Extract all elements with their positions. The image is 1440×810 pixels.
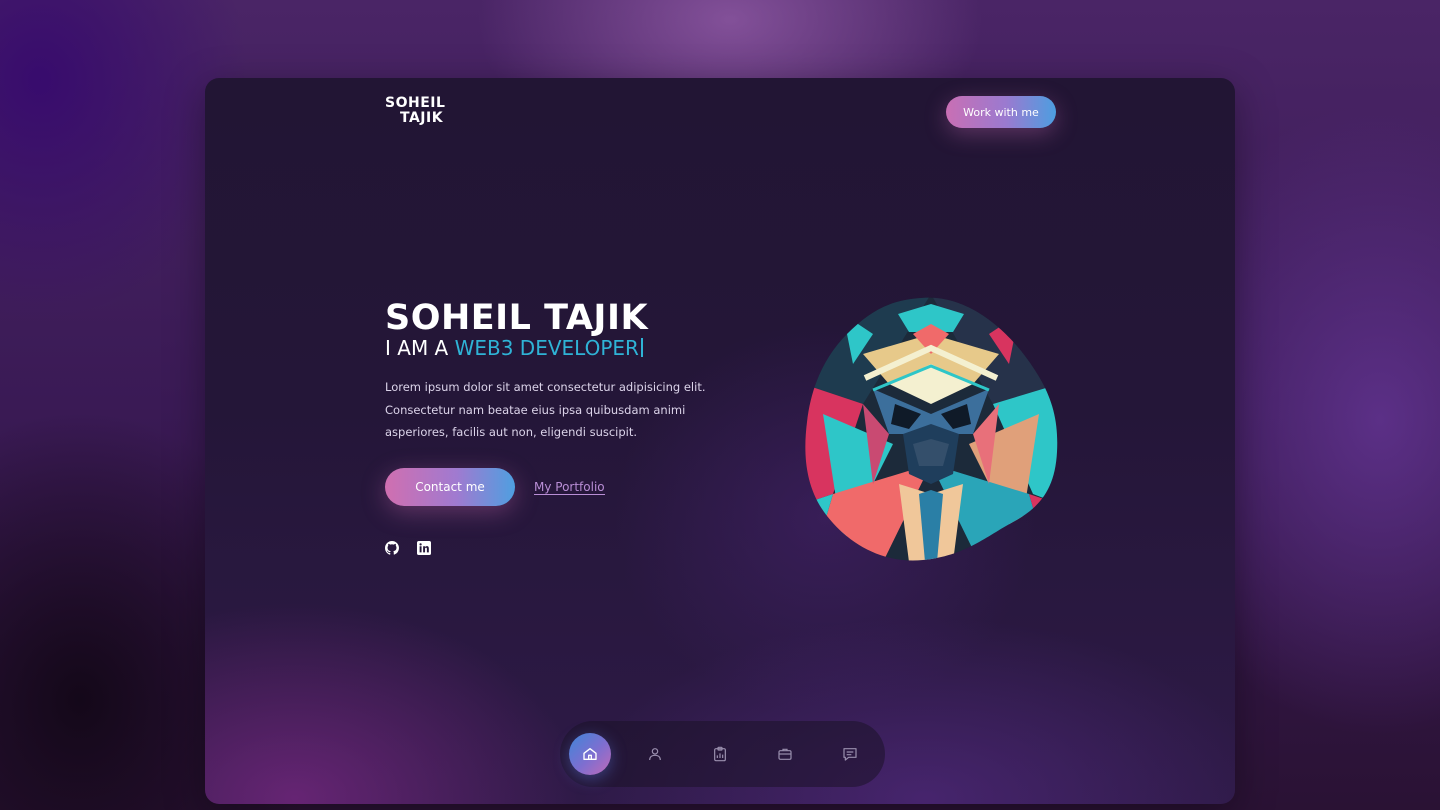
nav-about[interactable]	[634, 733, 676, 775]
subtitle-prefix: I AM A	[385, 336, 455, 360]
hero-name: SOHEIL TAJIK	[385, 298, 649, 338]
hero-subtitle: I AM A WEB3 DEVELOPER	[385, 336, 643, 360]
bottom-navigation	[560, 721, 885, 787]
contact-me-button[interactable]: Contact me	[385, 468, 515, 506]
nav-skills[interactable]	[699, 733, 741, 775]
nav-home[interactable]	[569, 733, 611, 775]
logo-line-2: TAJIK	[400, 110, 444, 126]
work-with-me-button[interactable]: Work with me	[946, 96, 1056, 128]
portfolio-link[interactable]: My Portfolio	[534, 480, 605, 495]
profile-portrait	[803, 294, 1059, 562]
linkedin-icon[interactable]	[416, 540, 432, 556]
main-panel: SOHEIL TAJIK Work with me SOHEIL TAJIK I…	[205, 78, 1235, 804]
home-icon	[583, 748, 597, 760]
site-logo[interactable]: SOHEIL TAJIK	[385, 96, 465, 130]
briefcase-icon	[778, 748, 792, 760]
clipboard-chart-icon	[714, 746, 726, 762]
typing-cursor	[640, 338, 643, 357]
subtitle-role: WEB3 DEVELOPER	[454, 336, 639, 360]
logo-line-1: SOHEIL	[385, 95, 446, 111]
hero-description: Lorem ipsum dolor sit amet consectetur a…	[385, 380, 706, 439]
user-icon	[649, 748, 661, 761]
nav-work[interactable]	[764, 733, 806, 775]
chat-icon	[843, 748, 857, 761]
github-icon[interactable]	[384, 540, 400, 556]
nav-contact[interactable]	[829, 733, 871, 775]
